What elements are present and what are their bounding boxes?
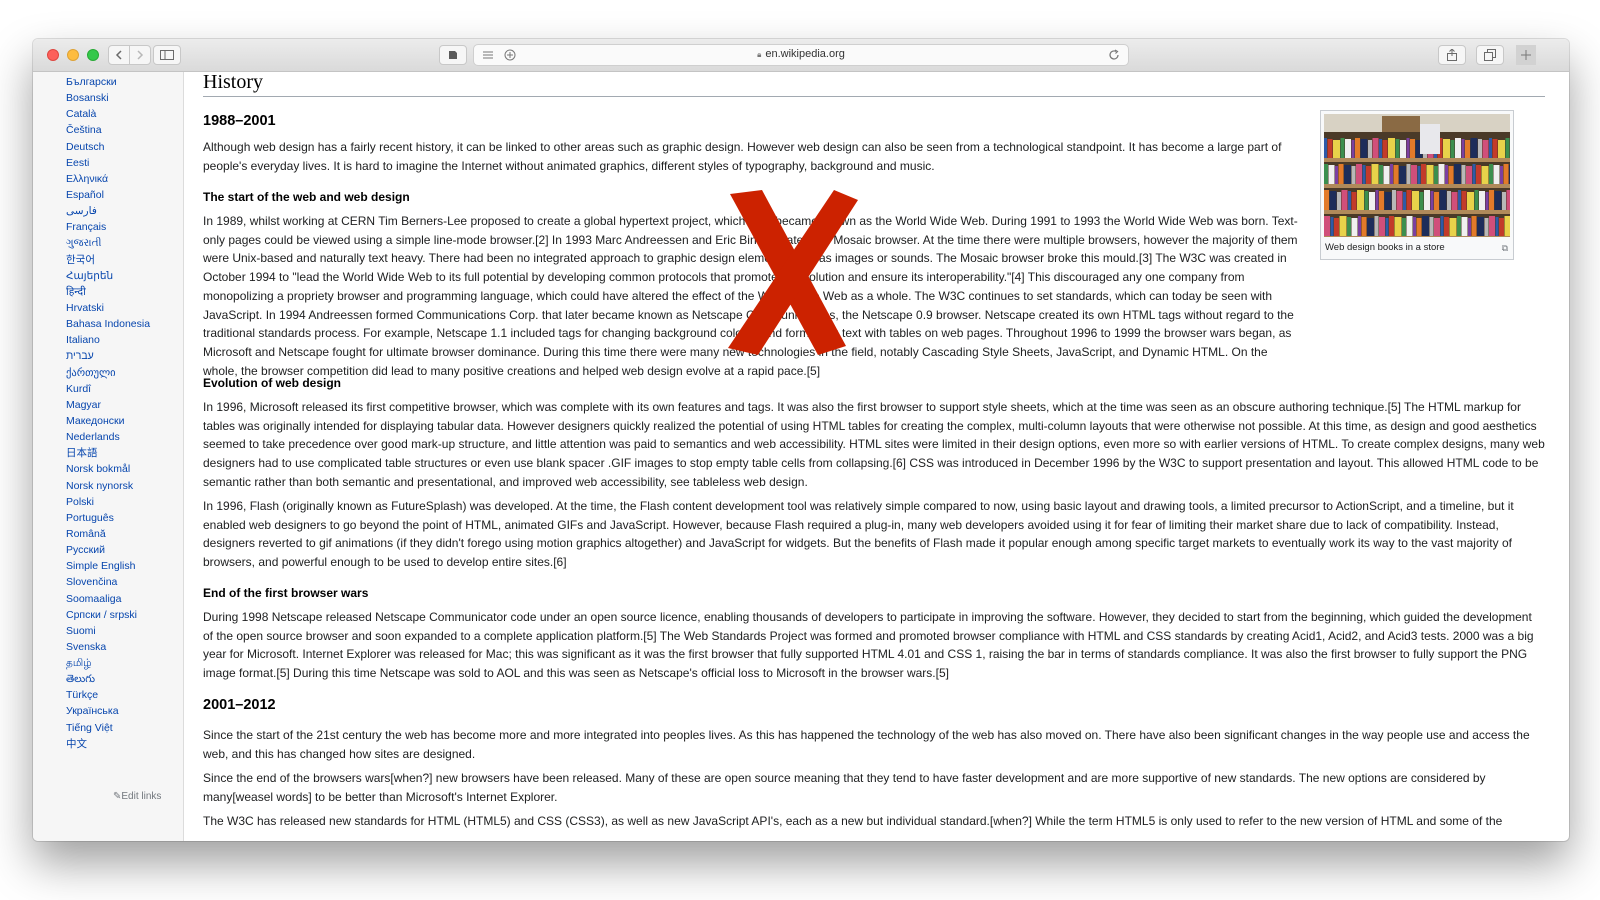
- end-browser-wars-paragraph: During 1998 Netscape released Netscape C…: [203, 610, 1534, 681]
- forward-icon: [137, 50, 144, 60]
- language-link[interactable]: Eesti: [66, 155, 150, 171]
- back-button[interactable]: [108, 45, 130, 65]
- language-link[interactable]: Norsk bokmål: [66, 461, 150, 477]
- language-link[interactable]: Հայերեն: [66, 268, 150, 284]
- language-link[interactable]: Norsk nynorsk: [66, 478, 150, 494]
- enlarge-icon[interactable]: ⧉: [1502, 239, 1508, 258]
- language-link[interactable]: हिन्दी: [66, 284, 150, 300]
- heading-1988-2001: 1988–2001: [203, 113, 276, 129]
- bookstore-image[interactable]: [1324, 114, 1510, 237]
- address-bar[interactable]: 🔒︎ en.wikipedia.org: [473, 44, 1129, 66]
- language-link[interactable]: 한국어: [66, 252, 150, 268]
- article-content: History 1988–2001 Although web design ha…: [203, 72, 1545, 841]
- section-divider: [203, 96, 1545, 97]
- language-link[interactable]: Українська: [66, 703, 150, 719]
- language-link[interactable]: Bosanski: [66, 90, 150, 106]
- share-icon: [1447, 49, 1457, 61]
- language-link[interactable]: Kurdî: [66, 381, 150, 397]
- start-paragraph-text: In 1989, whilst working at CERN Tim Bern…: [203, 214, 1298, 378]
- language-link[interactable]: Deutsch: [66, 139, 150, 155]
- lock-icon: 🔒︎: [757, 50, 762, 59]
- heading-evolution: Evolution of web design: [203, 376, 341, 390]
- figure-caption: Web design books in a store: [1325, 242, 1445, 253]
- heading-end-browser-wars: End of the first browser wars: [203, 586, 369, 600]
- forward-button[interactable]: [129, 45, 151, 65]
- bookshelf-picture: [1324, 114, 1510, 237]
- language-link[interactable]: ગુજરાતી: [66, 235, 150, 251]
- language-link[interactable]: తెలుగు: [66, 671, 150, 687]
- browser-window: 🔒︎ en.wikipedia.org Български Bosanski Cata…: [33, 39, 1569, 841]
- language-link[interactable]: فارسی: [66, 203, 150, 219]
- language-link[interactable]: Português: [66, 510, 150, 526]
- intro-paragraph: Although web design has a fairly recent …: [203, 140, 1282, 173]
- evolution-paragraph-1: In 1996, Microsoft released its first co…: [203, 400, 1545, 489]
- language-link[interactable]: Nederlands: [66, 429, 150, 445]
- paragraph-2001-3: The W3C has released new standards for H…: [203, 814, 1503, 828]
- language-link[interactable]: 日本語: [66, 445, 150, 461]
- url-display[interactable]: 🔒︎ en.wikipedia.org: [474, 48, 1128, 60]
- language-link[interactable]: Čeština: [66, 122, 150, 138]
- language-link[interactable]: Македонски: [66, 413, 150, 429]
- language-link[interactable]: Svenska: [66, 639, 150, 655]
- language-link[interactable]: Hrvatski: [66, 300, 150, 316]
- language-link[interactable]: Slovenčina: [66, 574, 150, 590]
- language-link[interactable]: Magyar: [66, 397, 150, 413]
- language-link[interactable]: Català: [66, 106, 150, 122]
- language-link[interactable]: Español: [66, 187, 150, 203]
- language-link[interactable]: Română: [66, 526, 150, 542]
- paragraph-2001-2: Since the end of the browsers wars[when?…: [203, 771, 1486, 804]
- language-link[interactable]: Italiano: [66, 332, 150, 348]
- heading-start-of-web: The start of the web and web design: [203, 190, 410, 204]
- close-window-button[interactable]: [47, 49, 59, 61]
- language-link[interactable]: Tiếng Việt: [66, 720, 150, 736]
- new-tab-button[interactable]: [1516, 45, 1536, 65]
- minimize-window-button[interactable]: [67, 49, 79, 61]
- language-link[interactable]: Ελληνικά: [66, 171, 150, 187]
- reload-icon: [1109, 49, 1119, 60]
- language-link[interactable]: Polski: [66, 494, 150, 510]
- privacy-button[interactable]: [439, 45, 467, 65]
- language-link[interactable]: עברית: [66, 348, 150, 364]
- language-link[interactable]: 中文: [66, 736, 150, 752]
- language-link[interactable]: Bahasa Indonesia: [66, 316, 150, 332]
- language-link[interactable]: Suomi: [66, 623, 150, 639]
- url-text: en.wikipedia.org: [765, 48, 845, 60]
- section-title: History: [203, 71, 263, 93]
- tabs-icon: [1484, 49, 1496, 61]
- paragraph-2001-1: Since the start of the 21st century the …: [203, 728, 1530, 761]
- figure-thumbnail[interactable]: Web design books in a store ⧉: [1320, 110, 1514, 260]
- privacy-icon: [449, 51, 457, 59]
- browser-toolbar: 🔒︎ en.wikipedia.org: [33, 39, 1569, 72]
- sidebar-icon: [160, 50, 174, 60]
- language-link[interactable]: தமிழ்: [66, 655, 150, 671]
- language-link[interactable]: Soomaaliga: [66, 591, 150, 607]
- evolution-paragraph-2: In 1996, Flash (originally known as Futu…: [203, 499, 1514, 570]
- sidebar-toggle-button[interactable]: [153, 45, 181, 65]
- back-icon: [115, 50, 122, 60]
- heading-2001-2012: 2001–2012: [203, 697, 276, 713]
- language-sidebar: Български Bosanski Català Čeština Deutsch Ees…: [33, 72, 184, 841]
- share-button[interactable]: [1438, 45, 1466, 65]
- language-link[interactable]: Türkçe: [66, 687, 150, 703]
- language-link[interactable]: Български: [66, 74, 150, 90]
- language-link[interactable]: Français: [66, 219, 150, 235]
- tabs-overview-button[interactable]: [1476, 45, 1504, 65]
- language-link[interactable]: Simple English: [66, 558, 150, 574]
- zoom-window-button[interactable]: [87, 49, 99, 61]
- language-link[interactable]: Српски / srpski: [66, 607, 150, 623]
- language-link[interactable]: Русский: [66, 542, 150, 558]
- reload-button[interactable]: [1108, 48, 1120, 66]
- edit-links-link[interactable]: ✎Edit links: [113, 791, 161, 802]
- language-link[interactable]: ქართული: [66, 365, 150, 381]
- new-tab-icon: [1521, 50, 1531, 60]
- language-list: Български Bosanski Català Čeština Deutsch Ees…: [66, 74, 150, 752]
